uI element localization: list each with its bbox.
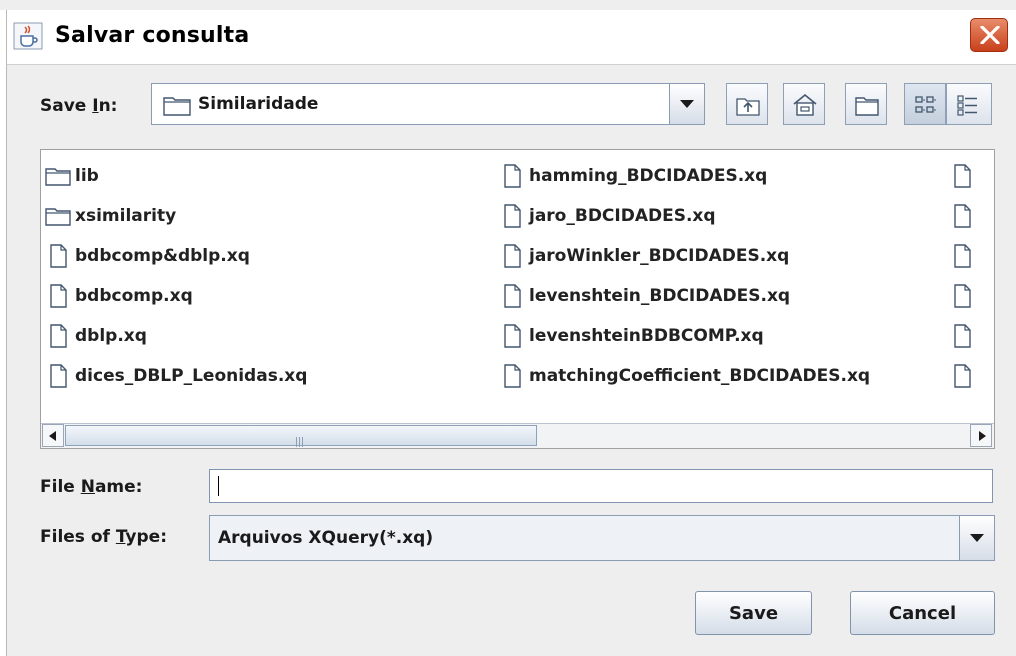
save-in-combo[interactable]: Similaridade <box>151 83 705 125</box>
folder-icon <box>163 97 191 116</box>
file-icon <box>504 324 521 348</box>
java-cup-icon <box>13 22 43 50</box>
save-in-label: Save In: <box>40 96 118 116</box>
home-button[interactable] <box>783 83 825 125</box>
file-icon <box>50 324 67 348</box>
save-in-dropdown-button[interactable] <box>669 83 705 125</box>
close-button[interactable] <box>970 18 1008 52</box>
list-item[interactable]: lib <box>45 162 99 190</box>
list-item[interactable]: dices_DBLP_Leonidas.xq <box>45 362 307 390</box>
text-caret <box>218 476 219 496</box>
save-button[interactable]: Save <box>695 591 812 635</box>
list-view-icon <box>915 96 936 113</box>
save-in-value: Similaridade <box>198 94 319 114</box>
list-item-partial[interactable] <box>949 162 979 190</box>
file-icon <box>954 204 971 228</box>
details-view-button[interactable] <box>946 83 992 125</box>
window-title: Salvar consulta <box>55 23 250 48</box>
file-icon <box>50 284 67 308</box>
list-item[interactable]: bdbcomp.xq <box>45 282 193 310</box>
scrollbar-thumb[interactable] <box>65 425 537 447</box>
details-view-icon <box>957 95 977 116</box>
list-item-partial[interactable] <box>949 322 979 350</box>
list-item[interactable]: hamming_BDCIDADES.xq <box>499 162 767 190</box>
file-icon <box>954 364 971 388</box>
file-list[interactable]: lib xsimilarity bdbcomp&dblp.xq bdbcomp.… <box>40 149 995 449</box>
file-name-label: File Name: <box>40 477 143 497</box>
list-item[interactable]: jaro_BDCIDADES.xq <box>499 202 716 230</box>
list-view-button[interactable] <box>904 83 946 125</box>
list-item-partial[interactable] <box>949 362 979 390</box>
file-icon <box>954 164 971 188</box>
file-icon <box>504 284 521 308</box>
list-item-partial[interactable] <box>949 202 979 230</box>
files-of-type-dropdown-button[interactable] <box>959 515 995 561</box>
files-of-type-value: Arquivos XQuery(*.xq) <box>218 528 434 548</box>
file-icon <box>504 244 521 268</box>
file-name-input[interactable] <box>209 469 993 503</box>
folder-icon <box>45 168 71 186</box>
file-icon <box>954 244 971 268</box>
chevron-down-icon <box>970 534 984 542</box>
file-icon <box>50 364 67 388</box>
file-icon <box>504 164 521 188</box>
scroll-left-button[interactable] <box>42 424 64 447</box>
close-icon <box>980 26 1000 44</box>
arrow-left-icon <box>49 431 56 441</box>
up-folder-icon <box>736 98 760 116</box>
files-of-type-label: Files of Type: <box>40 527 168 547</box>
file-icon <box>504 364 521 388</box>
home-icon <box>793 93 817 116</box>
list-item[interactable]: bdbcomp&dblp.xq <box>45 242 250 270</box>
list-item-partial[interactable] <box>949 282 979 310</box>
up-one-level-button[interactable] <box>726 83 768 125</box>
chevron-down-icon <box>680 100 694 108</box>
list-item[interactable]: levenshtein_BDCIDADES.xq <box>499 282 790 310</box>
new-folder-icon <box>855 97 879 116</box>
file-icon <box>954 324 971 348</box>
file-icon <box>50 244 67 268</box>
list-item[interactable]: matchingCoefficient_BDCIDADES.xq <box>499 362 870 390</box>
file-icon <box>504 204 521 228</box>
cancel-button[interactable]: Cancel <box>850 591 995 635</box>
list-item[interactable]: xsimilarity <box>45 202 176 230</box>
list-item[interactable]: levenshteinBDBCOMP.xq <box>499 322 764 350</box>
list-item-partial[interactable] <box>949 242 979 270</box>
horizontal-scrollbar[interactable] <box>41 423 994 448</box>
window-left-border <box>0 10 7 656</box>
scroll-right-button[interactable] <box>970 424 992 447</box>
arrow-right-icon <box>979 431 986 441</box>
scrollbar-grip <box>296 432 306 447</box>
files-of-type-combo[interactable]: Arquivos XQuery(*.xq) <box>209 515 995 561</box>
list-item[interactable]: dblp.xq <box>45 322 147 350</box>
list-item[interactable]: jaroWinkler_BDCIDADES.xq <box>499 242 789 270</box>
folder-icon <box>45 208 71 226</box>
save-dialog: Salvar consulta Save In: Similaridade li… <box>0 0 1016 656</box>
file-icon <box>954 284 971 308</box>
new-folder-button[interactable] <box>845 83 887 125</box>
